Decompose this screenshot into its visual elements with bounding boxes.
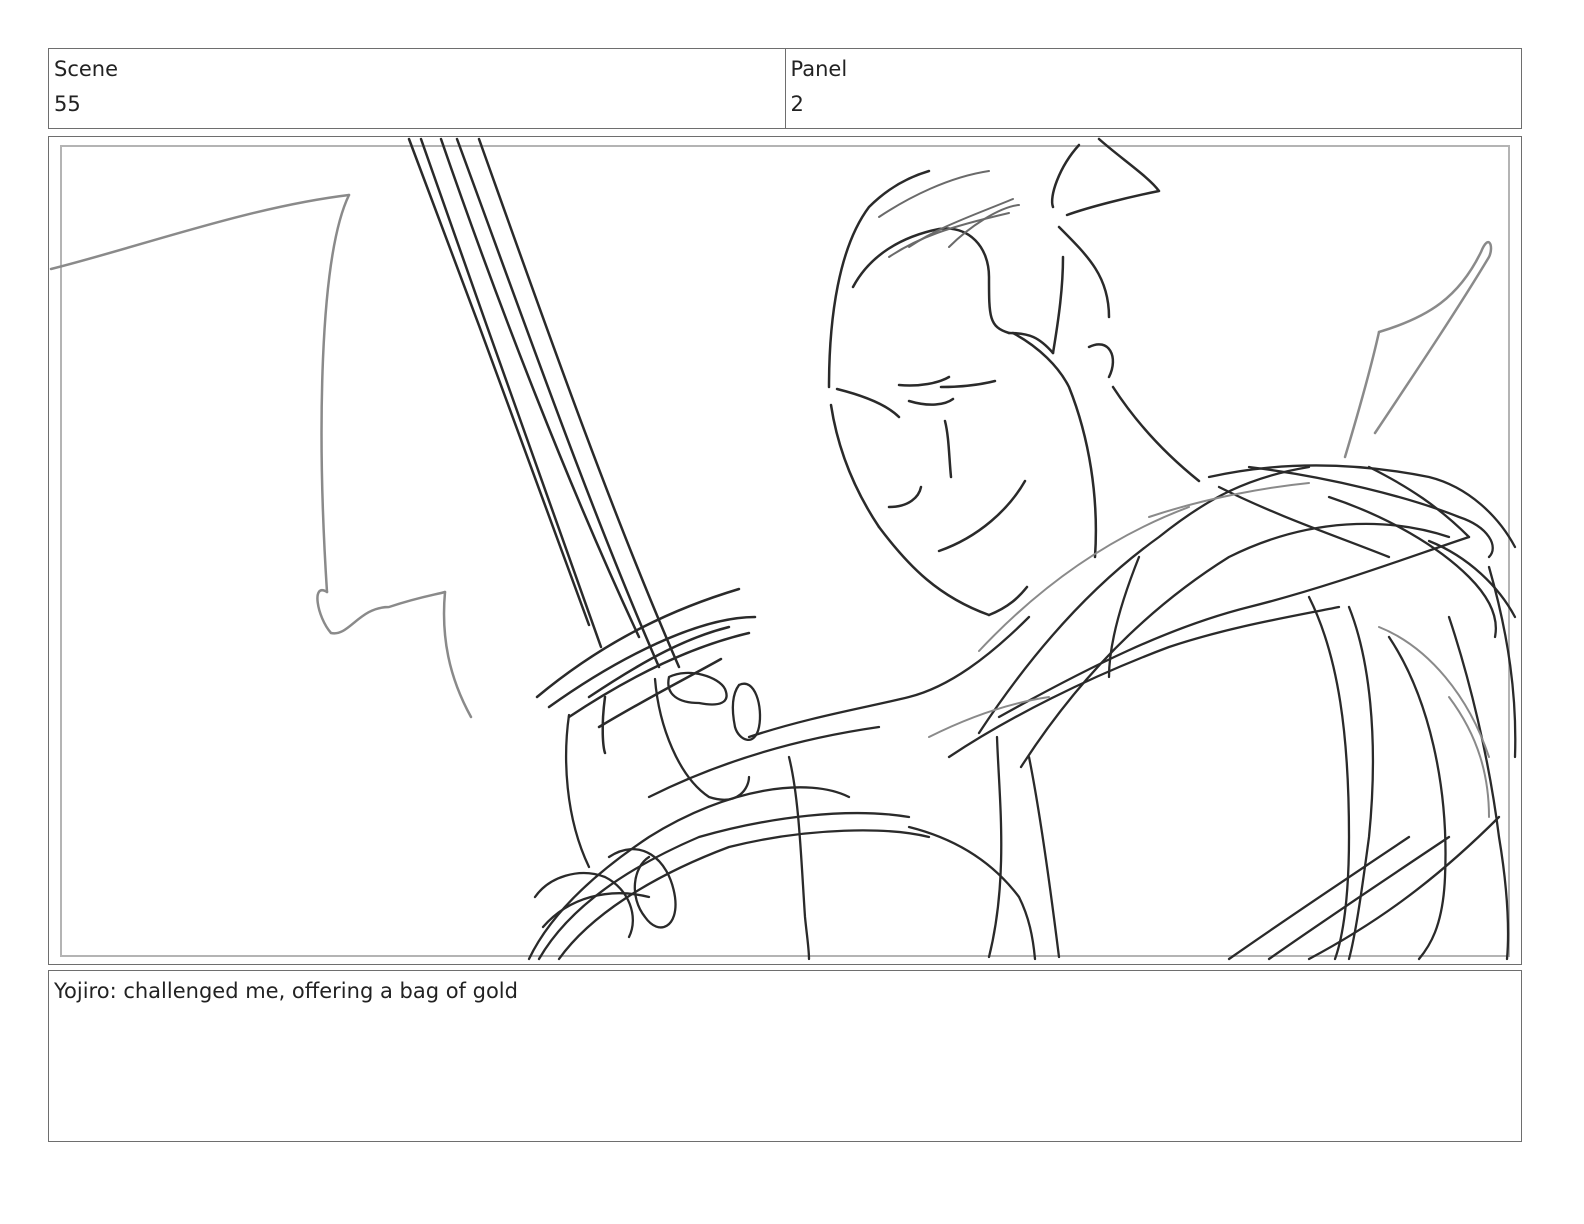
- banner-right-sketch: [1343, 240, 1493, 459]
- panel-header: Scene 55 Panel 2: [48, 48, 1522, 129]
- dialogue-text: Yojiro: challenged me, offering a bag of…: [54, 979, 518, 1003]
- panel-number: 2: [790, 92, 804, 116]
- banner-left-sketch: [49, 193, 473, 719]
- hand-sketch: [527, 615, 1037, 961]
- armor-scribble-sketch: [947, 464, 1517, 961]
- sword-sketch: [407, 137, 757, 755]
- character-head-sketch: [827, 137, 1201, 617]
- scene-label: Scene: [54, 57, 119, 81]
- dialogue-box: Yojiro: challenged me, offering a bag of…: [48, 970, 1522, 1142]
- storyboard-frame: [48, 136, 1522, 965]
- panel-label: Panel: [790, 57, 848, 81]
- panel-cell: Panel 2: [784, 49, 1522, 128]
- scene-number: 55: [54, 92, 81, 116]
- scene-cell: Scene 55: [49, 49, 785, 128]
- storyboard-sketch: [49, 137, 1517, 961]
- cloth-sketch: [928, 482, 1490, 818]
